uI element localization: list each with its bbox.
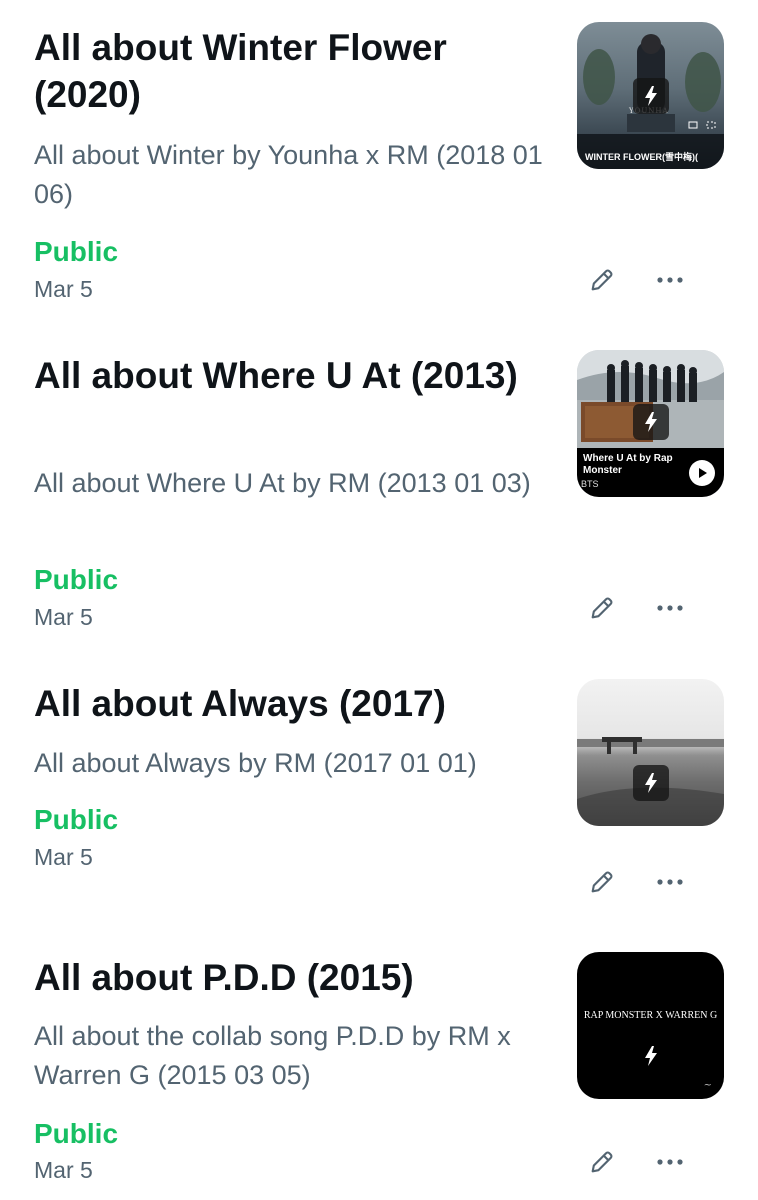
more-button[interactable] — [650, 588, 690, 628]
more-icon — [657, 277, 683, 283]
edit-button[interactable] — [582, 1142, 622, 1182]
edit-button[interactable] — [582, 588, 622, 628]
moment-thumbnail[interactable]: Where U At by Rap Monster BTS — [577, 350, 724, 497]
more-icon — [657, 1159, 683, 1165]
moment-title[interactable]: All about Always (2017) — [34, 680, 554, 727]
moment-thumbnail[interactable]: YOUNHA WINTER FLOWER(雪中梅)( — [577, 22, 724, 169]
edit-button[interactable] — [582, 260, 622, 300]
edit-button[interactable] — [582, 862, 622, 902]
play-icon[interactable] — [689, 460, 715, 486]
visibility-label: Public — [34, 804, 119, 835]
lightning-bolt-icon — [632, 404, 669, 440]
moment-description: All about Where U At by RM (2013 01 03) — [34, 468, 531, 498]
pencil-icon — [591, 269, 613, 291]
moment-date: Mar 5 — [34, 844, 93, 870]
moment-date: Mar 5 — [34, 1157, 93, 1183]
moment-date: Mar 5 — [34, 276, 93, 302]
thumbnail-caption: Where U At by Rap Monster — [583, 453, 673, 476]
moment-thumbnail[interactable] — [577, 679, 724, 826]
moment-title[interactable]: All about Winter Flower (2020) — [34, 24, 554, 118]
more-icon — [657, 605, 683, 611]
thumbnail-subtext: BTS — [581, 479, 599, 489]
thumbnail-caption: RAP MONSTER X WARREN G — [583, 1010, 718, 1021]
pencil-icon — [591, 871, 613, 893]
more-icon — [657, 879, 683, 885]
moment-title[interactable]: All about P.D.D (2015) — [34, 954, 554, 1001]
moment-description: All about the collab song P.D.D by RM x … — [34, 1021, 511, 1090]
pencil-icon — [591, 597, 613, 619]
lightning-bolt-icon — [632, 77, 669, 114]
more-button[interactable] — [650, 862, 690, 902]
moment-date: Mar 5 — [34, 604, 93, 630]
signature-mark: ~ — [703, 1080, 712, 1091]
thumbnail-scene — [577, 737, 724, 826]
lightning-bolt-icon — [633, 1038, 669, 1074]
more-button[interactable] — [650, 1142, 690, 1182]
moment-description: All about Always by RM (2017 01 01) — [34, 748, 477, 778]
lightning-bolt-icon — [632, 765, 669, 801]
visibility-label: Public — [34, 564, 119, 595]
visibility-label: Public — [34, 1118, 119, 1149]
more-button[interactable] — [650, 260, 690, 300]
pencil-icon — [591, 1151, 613, 1173]
moment-description: All about Winter by Younha x RM (2018 01… — [34, 140, 543, 209]
moment-title[interactable]: All about Where U At (2013) — [34, 352, 554, 399]
thumbnail-caption: WINTER FLOWER(雪中梅)( — [585, 152, 698, 162]
moment-thumbnail[interactable]: RAP MONSTER X WARREN G ~ — [577, 952, 724, 1099]
visibility-label: Public — [34, 236, 119, 267]
